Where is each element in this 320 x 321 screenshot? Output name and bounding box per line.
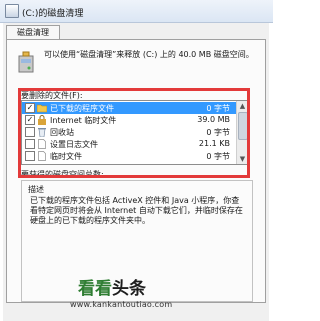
- watermark-logo-part-a: 看看: [78, 279, 112, 299]
- intro-text: 可以使用“磁盘清理”来释放 (C:) 上的 40.0 MB 磁盘空间。: [44, 50, 254, 59]
- description-title: 描述: [28, 185, 44, 194]
- watermark-logo: 看看头条: [78, 274, 146, 299]
- tab-disk-cleanup[interactable]: 磁盘清理: [6, 25, 60, 40]
- drive-icon: [18, 51, 34, 73]
- title-bar: (C:)的磁盘清理: [0, 0, 273, 23]
- tab-panel: 可以使用“磁盘清理”来释放 (C:) 上的 40.0 MB 磁盘空间。 要删除的…: [6, 39, 266, 303]
- watermark-url: www.kankantoutiao.com: [70, 300, 173, 309]
- window-title: (C:)的磁盘清理: [22, 9, 84, 19]
- description-text: 已下载的程序文件包括 ActiveX 控件和 Java 小程序，你查看特定网页时…: [30, 196, 243, 225]
- watermark-logo-part-b: 头条: [112, 279, 146, 299]
- highlight-annotation-frame: [18, 88, 250, 178]
- watermark: 看看头条 www.kankantoutiao.com: [0, 268, 273, 321]
- disk-cleanup-app-icon: [5, 4, 19, 18]
